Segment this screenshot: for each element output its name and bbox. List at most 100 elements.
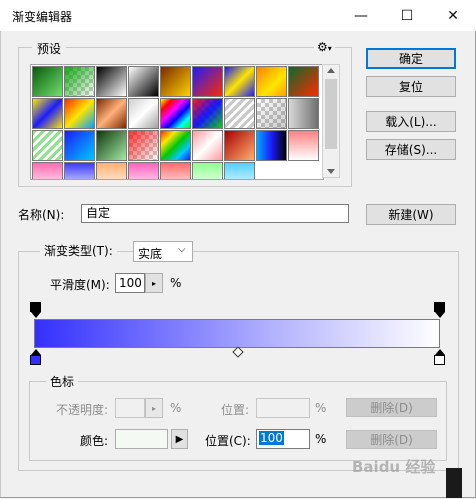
stop-pointer-icon	[434, 312, 445, 318]
gear-icon: ⚙	[317, 40, 328, 54]
color-position-unit: %	[315, 432, 327, 446]
scroll-up-icon[interactable]	[327, 68, 335, 73]
name-input[interactable]: 自定	[81, 204, 349, 223]
triangle-right-icon: ▶	[175, 433, 184, 445]
reset-button[interactable]: 复位	[366, 76, 456, 97]
opacity-stop-start[interactable]	[30, 302, 41, 318]
presets-legend: 预设	[32, 40, 67, 57]
opacity-flyout-button[interactable]: ▸	[145, 398, 163, 418]
color-position-label: 位置(C):	[205, 434, 251, 448]
preset-swatch[interactable]	[128, 66, 159, 97]
smoothness-unit: %	[170, 276, 182, 290]
preset-swatch[interactable]	[224, 66, 255, 97]
color-position-input[interactable]: 100	[256, 429, 310, 449]
preset-swatch[interactable]	[32, 162, 63, 179]
load-button[interactable]: 载入(L)...	[366, 111, 456, 132]
triangle-right-icon: ▸	[151, 403, 156, 413]
preset-swatch[interactable]	[192, 130, 223, 161]
stop-pointer-icon	[30, 312, 41, 318]
preset-swatch[interactable]	[256, 66, 287, 97]
preset-swatch[interactable]	[64, 130, 95, 161]
preset-scrollbar[interactable]	[322, 64, 340, 178]
preset-swatch[interactable]	[128, 130, 159, 161]
scroll-down-icon[interactable]	[327, 169, 335, 174]
preset-swatch[interactable]	[192, 98, 223, 129]
opacity-input[interactable]	[115, 398, 145, 418]
opacity-stop-swatch	[434, 302, 445, 312]
scrollbar-thumb[interactable]	[325, 79, 337, 149]
chevron-down-icon: ⌵	[178, 244, 186, 255]
preset-swatch[interactable]	[96, 98, 127, 129]
preset-swatch[interactable]	[224, 130, 255, 161]
preset-swatch[interactable]	[128, 98, 159, 129]
opacity-stop-end[interactable]	[434, 302, 445, 318]
smoothness-label: 平滑度(M):	[50, 278, 110, 292]
preset-swatch[interactable]	[192, 66, 223, 97]
delete-opacity-stop-button[interactable]: 删除(D)	[346, 398, 437, 417]
preset-swatch[interactable]	[128, 162, 159, 179]
delete-color-stop-button[interactable]: 删除(D)	[346, 430, 437, 449]
minimize-icon: —	[354, 7, 368, 24]
color-flyout-button[interactable]: ▶	[171, 429, 188, 449]
triangle-right-icon: ▸	[151, 278, 156, 288]
preset-swatch[interactable]	[32, 98, 63, 129]
minimize-button[interactable]: —	[338, 0, 384, 31]
chevron-down-icon: ▾	[327, 44, 332, 53]
preset-swatch[interactable]	[288, 130, 319, 161]
opacity-position-input[interactable]	[256, 398, 310, 418]
gradient-type-value: 实底	[138, 247, 163, 261]
presets-gear-menu[interactable]: ⚙▾	[314, 40, 335, 54]
name-label: 名称(N):	[18, 208, 65, 222]
preset-swatch[interactable]	[96, 130, 127, 161]
maximize-icon: ☐	[400, 7, 414, 24]
watermark: Baidu 经验	[352, 458, 436, 476]
ok-button[interactable]: 确定	[366, 48, 456, 69]
preset-grid[interactable]	[30, 64, 324, 180]
stops-legend: 色标	[46, 373, 79, 390]
preset-swatch[interactable]	[160, 66, 191, 97]
opacity-unit: %	[170, 401, 182, 415]
smoothness-flyout-button[interactable]: ▸	[145, 273, 163, 293]
color-stop-swatch	[30, 355, 41, 365]
color-label: 颜色:	[80, 434, 109, 448]
smoothness-input[interactable]: 100	[115, 273, 145, 293]
save-button[interactable]: 存储(S)...	[366, 139, 456, 160]
window-title: 渐变编辑器	[12, 10, 73, 24]
new-button[interactable]: 新建(W)	[366, 204, 456, 225]
color-swatch-fill	[116, 430, 167, 448]
preset-swatch[interactable]	[32, 130, 63, 161]
color-swatch-button[interactable]	[115, 429, 168, 449]
preset-swatch[interactable]	[192, 162, 223, 179]
preset-swatch[interactable]	[160, 98, 191, 129]
preset-swatch[interactable]	[64, 162, 95, 179]
opacity-label: 不透明度:	[56, 403, 109, 417]
preset-swatch[interactable]	[96, 162, 127, 179]
color-stop-swatch	[434, 355, 445, 365]
preset-swatch[interactable]	[96, 66, 127, 97]
preset-swatch[interactable]	[224, 98, 255, 129]
close-icon: ✕	[447, 7, 459, 24]
window-edge	[446, 468, 462, 498]
preset-swatch[interactable]	[288, 98, 319, 129]
preset-swatch[interactable]	[256, 130, 287, 161]
close-button[interactable]: ✕	[430, 0, 476, 31]
gradient-type-label: 渐变类型(T):	[40, 242, 117, 260]
maximize-button[interactable]: ☐	[384, 0, 430, 31]
color-stop-start[interactable]	[30, 349, 41, 365]
preset-swatch[interactable]	[224, 162, 255, 179]
preset-swatch[interactable]	[64, 98, 95, 129]
opacity-position-label: 位置:	[221, 403, 250, 417]
color-stop-end[interactable]	[434, 349, 445, 365]
preset-swatch[interactable]	[288, 66, 319, 97]
preset-swatch[interactable]	[32, 66, 63, 97]
preset-swatch[interactable]	[160, 162, 191, 179]
stops-group	[29, 381, 447, 461]
opacity-position-unit: %	[315, 401, 327, 415]
color-position-value: 100	[259, 431, 284, 445]
gradient-preview-bar[interactable]	[34, 319, 440, 348]
preset-swatch[interactable]	[256, 98, 287, 129]
preset-swatch[interactable]	[160, 130, 191, 161]
preset-swatch[interactable]	[64, 66, 95, 97]
opacity-stop-swatch	[30, 302, 41, 312]
gradient-type-select[interactable]: 实底 ⌵	[133, 241, 193, 262]
